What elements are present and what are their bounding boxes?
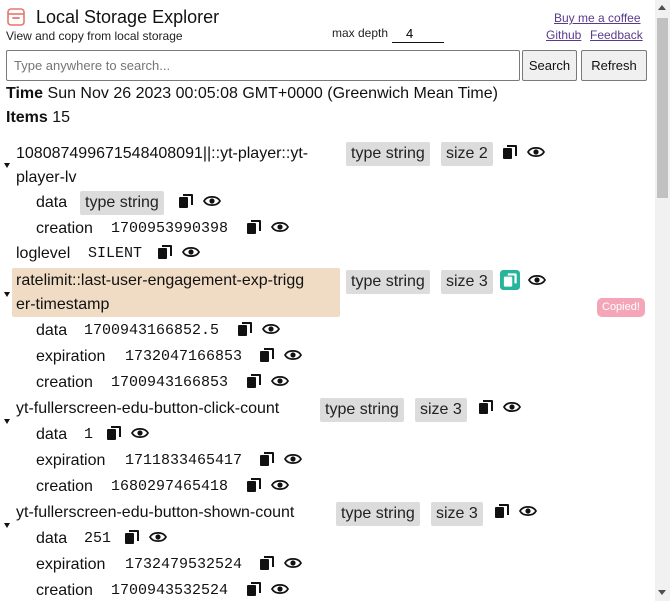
child-label: data (36, 426, 68, 443)
expand-arrow-icon[interactable] (4, 163, 10, 168)
eye-icon[interactable] (271, 218, 289, 236)
copy-icon[interactable] (105, 424, 123, 442)
child-label: expiration (36, 556, 106, 573)
entry-key: ratelimit::last-user-engagement-exp-trig… (16, 272, 305, 289)
eye-icon[interactable] (262, 320, 280, 338)
type-tag: type string (346, 270, 430, 294)
entry-key-continued: player-lv (16, 169, 77, 186)
child-label: creation (36, 478, 93, 495)
type-tag: type string (80, 191, 164, 215)
max-depth-input[interactable] (392, 25, 444, 43)
child-value: 1 (84, 426, 94, 443)
child-label: expiration (36, 348, 106, 365)
child-value: 1732479532524 (125, 556, 243, 573)
max-depth-label: max depth (332, 26, 389, 40)
github-link[interactable]: Github (546, 28, 581, 42)
child-value: 1700943532524 (111, 582, 229, 599)
items-value: 15 (52, 109, 71, 126)
type-tag: type string (346, 142, 430, 166)
child-label: creation (36, 582, 93, 599)
refresh-button[interactable]: Refresh (581, 50, 647, 81)
eye-icon[interactable] (271, 476, 289, 494)
scrollbar-thumb[interactable] (657, 18, 668, 198)
copy-icon[interactable] (177, 192, 195, 210)
copy-icon[interactable] (236, 320, 254, 338)
entry-key-continued: er-timestamp (16, 296, 110, 313)
eye-icon[interactable] (503, 398, 521, 416)
expand-arrow-icon[interactable] (4, 419, 10, 424)
child-label: data (36, 530, 68, 547)
child-label: expiration (36, 452, 106, 469)
expand-arrow-icon[interactable] (4, 523, 10, 528)
copied-check-icon[interactable] (500, 270, 520, 290)
child-label: data (36, 194, 68, 211)
eye-icon[interactable] (271, 372, 289, 390)
items-row: Items 15 (6, 109, 70, 127)
child-value: 1680297465418 (111, 478, 229, 495)
type-tag: type string (336, 502, 420, 526)
eye-icon[interactable] (203, 192, 221, 210)
eye-icon[interactable] (271, 580, 289, 598)
copy-icon[interactable] (258, 554, 276, 572)
child-value: 251 (84, 530, 112, 547)
entry-key: yt-fullerscreen-edu-button-click-count (16, 400, 280, 417)
size-tag: size 3 (415, 398, 467, 422)
search-input[interactable] (6, 50, 520, 81)
size-tag: size 2 (441, 142, 493, 166)
size-tag: size 3 (441, 270, 493, 294)
child-value: 1711833465417 (125, 452, 243, 469)
items-label: Items (6, 109, 48, 126)
search-button[interactable]: Search (522, 50, 577, 81)
copy-icon[interactable] (156, 243, 174, 261)
copy-icon[interactable] (258, 450, 276, 468)
child-value: 1732047166853 (125, 348, 243, 365)
type-tag: type string (320, 398, 404, 422)
storage-icon (7, 8, 25, 26)
eye-icon[interactable] (149, 528, 167, 546)
app-title: Local Storage Explorer (36, 7, 220, 27)
copy-icon[interactable] (245, 218, 263, 236)
feedback-link[interactable]: Feedback (590, 28, 643, 42)
app-subtitle: View and copy from local storage (6, 29, 183, 43)
eye-icon[interactable] (284, 346, 302, 364)
scroll-down-arrow-icon[interactable] (658, 590, 666, 595)
copy-icon[interactable] (493, 502, 511, 520)
entry-key: yt-fullerscreen-edu-button-shown-count (16, 504, 295, 521)
eye-icon[interactable] (182, 243, 200, 261)
buy-coffee-link[interactable]: Buy me a coffee (554, 11, 641, 25)
child-value: 1700943166852.5 (84, 322, 220, 339)
eye-icon[interactable] (284, 450, 302, 468)
copy-icon[interactable] (477, 398, 495, 416)
vertical-scrollbar[interactable] (655, 0, 670, 601)
copy-icon[interactable] (123, 528, 141, 546)
copy-icon[interactable] (245, 372, 263, 390)
eye-icon[interactable] (131, 424, 149, 442)
child-value: 1700953990398 (111, 220, 229, 237)
expand-arrow-icon[interactable] (4, 292, 10, 297)
copy-icon[interactable] (501, 143, 519, 161)
entry-value: SILENT (88, 245, 143, 262)
time-label: Time (6, 85, 44, 102)
copy-icon[interactable] (258, 346, 276, 364)
entry-key: loglevel (16, 245, 71, 262)
entry-key: 1080874996715484080​91||::yt-player::yt- (16, 145, 309, 162)
time-row: Time Sun Nov 26 2023 00:05:08 GMT+0000 (… (6, 85, 498, 103)
eye-icon[interactable] (284, 554, 302, 572)
page: Local Storage Explorer View and copy fro… (0, 0, 655, 601)
eye-icon[interactable] (528, 271, 546, 289)
copy-icon[interactable] (245, 580, 263, 598)
copy-icon[interactable] (245, 476, 263, 494)
copied-toast: Copied! (597, 298, 645, 317)
eye-icon[interactable] (527, 143, 545, 161)
child-label: creation (36, 374, 93, 391)
scroll-up-arrow-icon[interactable] (658, 5, 666, 10)
child-value: 1700943166853 (111, 374, 229, 391)
time-value: Sun Nov 26 2023 00:05:08 GMT+0000 (Green… (47, 85, 498, 102)
eye-icon[interactable] (519, 502, 537, 520)
child-label: creation (36, 220, 93, 237)
child-label: data (36, 322, 68, 339)
size-tag: size 3 (431, 502, 483, 526)
